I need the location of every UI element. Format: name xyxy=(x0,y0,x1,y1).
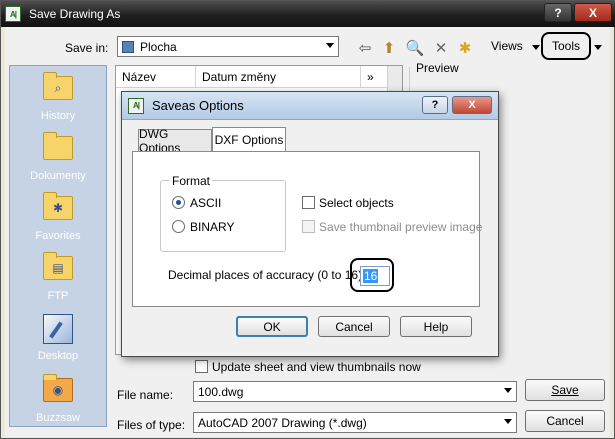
place-desktop[interactable]: Desktop xyxy=(10,314,106,362)
files-of-type-combo[interactable]: AutoCAD 2007 Drawing (*.dwg) xyxy=(193,412,517,433)
file-name-input[interactable]: 100.dwg xyxy=(193,381,517,402)
binary-radio[interactable] xyxy=(172,220,185,233)
dialog-cancel-button[interactable]: Cancel xyxy=(318,316,390,337)
place-label: Favorites xyxy=(35,230,81,242)
ok-button[interactable]: OK xyxy=(236,316,308,337)
binary-label: BINARY xyxy=(190,220,235,234)
buzzsaw-icon: ◉ xyxy=(43,374,73,402)
tab-dxf-options[interactable]: DXF Options xyxy=(212,127,286,151)
save-button[interactable]: Save xyxy=(525,379,605,401)
column-header-name[interactable]: Název xyxy=(116,66,196,88)
save-thumbnail-checkbox[interactable] xyxy=(302,220,315,233)
dialog-title: Saveas Options xyxy=(152,98,244,113)
place-buzzsaw[interactable]: ◉ Buzzsaw xyxy=(10,374,106,424)
tab-dwg-options[interactable]: DWG Options xyxy=(138,127,212,155)
window-title: Save Drawing As xyxy=(29,7,121,21)
help-button[interactable]: Help xyxy=(400,316,472,337)
place-label: Desktop xyxy=(37,350,79,362)
place-label: Buzzsaw xyxy=(35,412,81,424)
file-name-value: 100.dwg xyxy=(198,384,244,399)
save-drawing-as-window: A| Save Drawing As ? X Save in: Plocha ⇦… xyxy=(0,0,615,439)
preview-label: Preview xyxy=(416,61,459,75)
create-folder-icon[interactable]: ✱ xyxy=(455,39,475,57)
files-of-type-value: AutoCAD 2007 Drawing (*.dwg) xyxy=(198,415,367,430)
files-of-type-label: Files of type: xyxy=(117,418,186,432)
place-favorites[interactable]: ✱ Favorites xyxy=(10,192,106,242)
place-history[interactable]: ⌕ History xyxy=(10,72,106,122)
place-label: History xyxy=(40,110,76,122)
tools-label: Tools xyxy=(551,39,580,53)
place-dokumenty[interactable]: Dokumenty xyxy=(10,132,106,182)
views-menu[interactable]: Views xyxy=(491,39,523,53)
save-button-label: Save xyxy=(551,383,579,397)
close-title-button[interactable]: X xyxy=(574,3,612,22)
place-label: FTP xyxy=(47,290,69,302)
desktop-icon xyxy=(43,314,73,344)
decimal-places-label: Decimal places of accuracy (0 to 16) xyxy=(168,268,363,282)
more-columns-button[interactable]: » xyxy=(361,66,387,88)
ascii-radio[interactable] xyxy=(172,196,185,209)
save-thumbnail-label: Save thumbnail preview image xyxy=(319,220,483,234)
history-folder-icon: ⌕ xyxy=(43,72,73,100)
format-group-label: Format xyxy=(170,174,213,188)
autocad-app-icon: A| xyxy=(128,97,144,114)
decimal-highlight-annotation xyxy=(350,258,394,292)
chevron-down-icon xyxy=(504,419,512,424)
chevron-down-icon xyxy=(504,388,512,393)
update-thumbnails-checkbox[interactable] xyxy=(195,360,208,373)
chevron-down-icon xyxy=(326,43,334,48)
favorites-folder-icon: ✱ xyxy=(43,192,73,220)
back-arrow-icon[interactable]: ⇦ xyxy=(355,39,375,57)
place-ftp[interactable]: ▤ FTP xyxy=(10,252,106,302)
dialog-help-button[interactable]: ? xyxy=(422,96,448,114)
format-group xyxy=(160,180,286,252)
documents-folder-icon xyxy=(43,132,73,160)
save-in-label: Save in: xyxy=(65,41,109,55)
file-name-label: File name: xyxy=(117,388,174,402)
cancel-button[interactable]: Cancel xyxy=(525,410,605,432)
up-folder-icon[interactable]: ⬆ xyxy=(379,39,399,57)
help-title-button[interactable]: ? xyxy=(544,3,572,22)
tools-dropdown-icon[interactable] xyxy=(594,45,602,50)
place-label: Dokumenty xyxy=(30,170,86,182)
ftp-folder-icon: ▤ xyxy=(43,252,73,280)
views-dropdown-icon[interactable] xyxy=(532,45,540,50)
autocad-app-icon: A| xyxy=(5,6,21,22)
saveas-options-dialog: A| Saveas Options ? X DWG Options DXF Op… xyxy=(121,91,499,357)
update-thumbnails-label: Update sheet and view thumbnails now xyxy=(212,360,421,374)
ascii-label: ASCII xyxy=(190,196,222,210)
places-sidebar: ⌕ History Dokumenty ✱ Favorites ▤ FTP De… xyxy=(9,65,107,427)
main-titlebar[interactable]: A| Save Drawing As ? X xyxy=(1,1,615,27)
dialog-titlebar[interactable]: A| Saveas Options ? X xyxy=(122,92,498,120)
dialog-close-button[interactable]: X xyxy=(452,96,492,114)
search-web-icon[interactable]: 🔍 xyxy=(405,39,425,57)
save-in-combo[interactable]: Plocha xyxy=(117,36,339,57)
column-header-date[interactable]: Datum změny xyxy=(196,66,361,88)
delete-icon[interactable]: ✕ xyxy=(431,39,451,57)
save-in-value: Plocha xyxy=(140,39,177,54)
tools-menu[interactable]: Tools xyxy=(541,32,591,60)
select-objects-label: Select objects xyxy=(319,196,394,210)
desktop-small-icon xyxy=(122,40,134,53)
select-objects-checkbox[interactable] xyxy=(302,196,315,209)
